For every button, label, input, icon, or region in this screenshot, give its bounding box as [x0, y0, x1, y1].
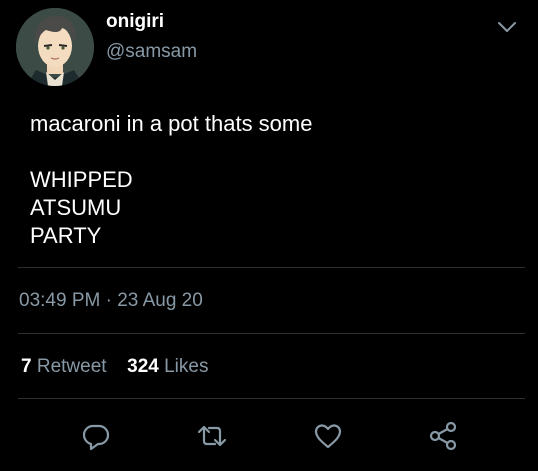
user-handle[interactable]: @samsam	[106, 41, 197, 63]
likes-label[interactable]: Likes	[164, 356, 208, 377]
divider	[18, 398, 525, 399]
share-button[interactable]	[427, 420, 459, 452]
retweet-count[interactable]: 7	[21, 356, 32, 377]
likes-count[interactable]: 324	[127, 356, 159, 377]
retweet-icon	[196, 420, 228, 452]
tweet-timestamp[interactable]: 03:49 PM · 23 Aug 20	[19, 290, 203, 312]
tweet-text-line: macaroni in a pot thats some	[30, 111, 313, 136]
tweet-text-line: ATSUMU	[30, 195, 122, 220]
divider	[18, 267, 525, 268]
tweet-stats: 7 Retweet 324 Likes	[21, 356, 208, 378]
like-button[interactable]	[312, 420, 344, 452]
tweet-text-line: WHIPPED	[30, 167, 133, 192]
retweet-label[interactable]: Retweet	[37, 356, 107, 377]
retweet-button[interactable]	[196, 420, 228, 452]
tweet-text: macaroni in a pot thats some WHIPPED ATS…	[30, 110, 312, 250]
tweet-text-line	[30, 138, 312, 166]
divider	[18, 333, 525, 334]
share-icon	[427, 420, 459, 452]
reply-icon	[80, 420, 112, 452]
tweet-text-line: PARTY	[30, 223, 102, 248]
display-name[interactable]: onigiri	[106, 11, 164, 33]
heart-icon	[312, 420, 344, 452]
chevron-down-icon[interactable]	[494, 14, 520, 40]
avatar[interactable]	[16, 8, 94, 86]
reply-button[interactable]	[80, 420, 112, 452]
tweet-card: onigiri @samsam macaroni in a pot thats …	[0, 0, 538, 471]
